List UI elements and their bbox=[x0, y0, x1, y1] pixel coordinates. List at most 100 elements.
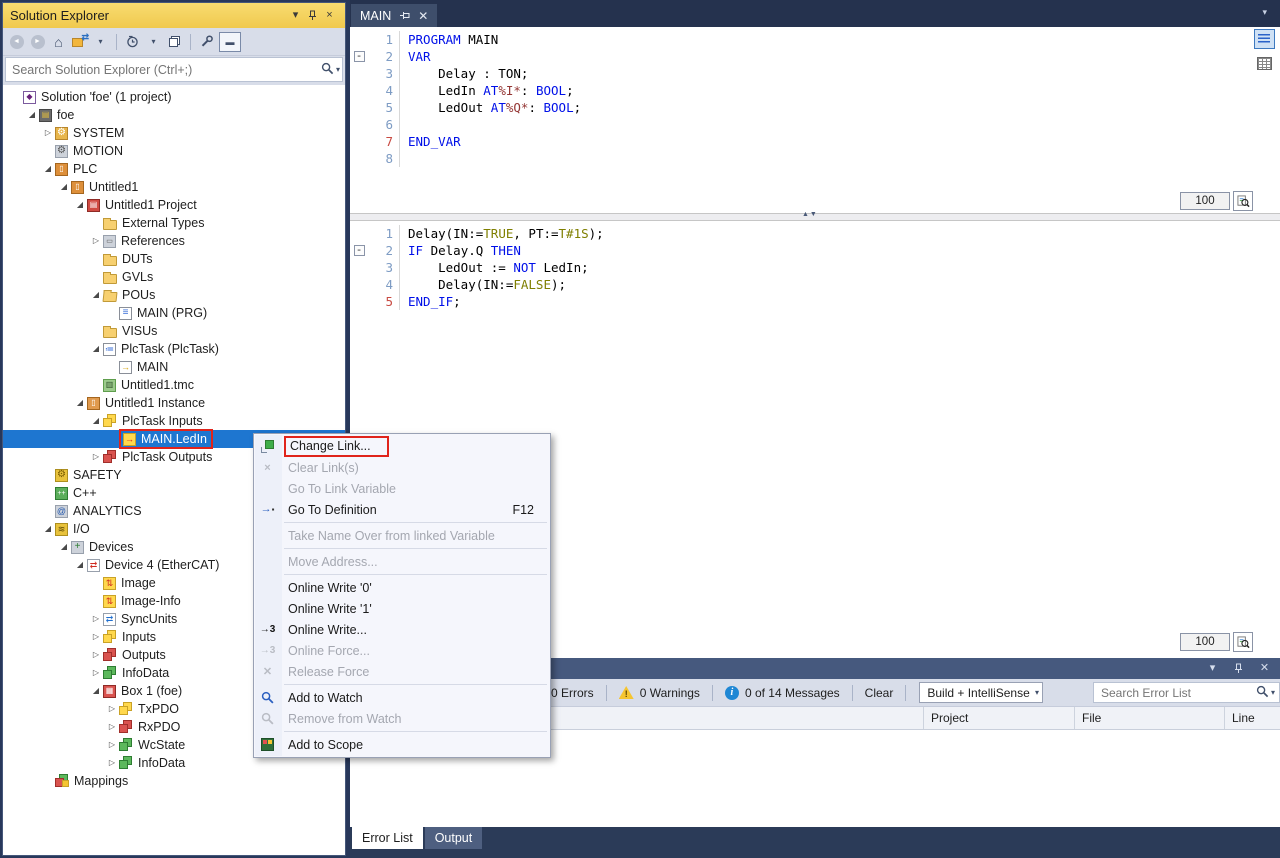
pin-icon[interactable] bbox=[399, 10, 410, 21]
text-view-icon[interactable] bbox=[1254, 29, 1275, 49]
tree-expander-icon[interactable]: ▷ bbox=[41, 129, 55, 137]
sync-selection-icon[interactable]: ⇄ bbox=[71, 32, 88, 52]
editor-splitter[interactable]: ▲▼ bbox=[350, 213, 1280, 221]
tab-output[interactable]: Output bbox=[425, 827, 483, 849]
declaration-editor-pane[interactable]: 1PROGRAM MAIN-2VAR3 Delay : TON;4 LedIn … bbox=[350, 27, 1280, 213]
tree-expander-icon[interactable]: ◢ bbox=[89, 345, 103, 353]
table-view-icon[interactable] bbox=[1254, 53, 1275, 73]
close-icon[interactable]: ✕ bbox=[418, 9, 428, 23]
dropdown-icon[interactable]: ▾ bbox=[92, 32, 109, 52]
close-icon[interactable]: × bbox=[321, 8, 338, 24]
tree-expander-icon[interactable]: ▷ bbox=[89, 615, 103, 623]
tree-item-duts[interactable]: DUTs bbox=[3, 250, 345, 268]
tree-item-untitled1[interactable]: ◢▯Untitled1 bbox=[3, 178, 345, 196]
window-position-dropdown-icon[interactable]: ▾ bbox=[287, 8, 304, 24]
window-position-dropdown-icon[interactable]: ▾ bbox=[1204, 661, 1221, 677]
column-project[interactable]: Project bbox=[923, 707, 1074, 729]
build-filter-dropdown[interactable]: Build + IntelliSense ▾ bbox=[919, 682, 1043, 703]
tree-expander-icon[interactable]: ▷ bbox=[89, 633, 103, 641]
tab-overflow-dropdown-icon[interactable]: ▾ bbox=[1262, 7, 1267, 18]
zoom-icon[interactable] bbox=[1233, 191, 1253, 211]
menu-item-change-link[interactable]: Change Link... bbox=[254, 436, 550, 457]
column-line[interactable]: Line bbox=[1224, 707, 1280, 729]
tree-expander-icon[interactable]: ▷ bbox=[89, 651, 103, 659]
search-options-dropdown-icon[interactable]: ▾ bbox=[336, 65, 340, 74]
tree-expander-icon[interactable]: ▷ bbox=[105, 759, 119, 767]
error-search-box[interactable]: ▾ bbox=[1093, 682, 1280, 703]
zoom-icon[interactable] bbox=[1233, 632, 1253, 652]
tree-item-foe[interactable]: ◢▤foe bbox=[3, 106, 345, 124]
tree-expander-icon[interactable]: ◢ bbox=[57, 183, 71, 191]
messages-filter-button[interactable]: i 0 of 14 Messages bbox=[716, 686, 849, 700]
tree-item-plc[interactable]: ◢▯PLC bbox=[3, 160, 345, 178]
tree-item-references[interactable]: ▷▭References bbox=[3, 232, 345, 250]
home-icon[interactable]: ⌂ bbox=[50, 32, 67, 52]
tree-item-mappings[interactable]: Mappings bbox=[3, 772, 345, 790]
fold-collapse-icon[interactable]: - bbox=[350, 48, 368, 65]
menu-item-add-to-watch[interactable]: Add to Watch bbox=[254, 687, 550, 708]
tree-expander-icon[interactable]: ◢ bbox=[89, 291, 103, 299]
tree-expander-icon[interactable]: ◢ bbox=[73, 201, 87, 209]
tree-expander-icon[interactable]: ▷ bbox=[89, 237, 103, 245]
dropdown-icon[interactable]: ▾ bbox=[145, 32, 162, 52]
search-icon[interactable] bbox=[321, 62, 334, 78]
preview-toggle-icon[interactable]: ▬ bbox=[219, 32, 241, 52]
tree-item-visus[interactable]: VISUs bbox=[3, 322, 345, 340]
menu-item-go-to-definition[interactable]: →▪Go To DefinitionF12 bbox=[254, 499, 550, 520]
tree-expander-icon[interactable]: ▷ bbox=[89, 669, 103, 677]
tree-item-solution-foe-1-project[interactable]: ◆Solution 'foe' (1 project) bbox=[3, 88, 345, 106]
column-file[interactable]: File bbox=[1074, 707, 1224, 729]
tree-item-pous[interactable]: ◢POUs bbox=[3, 286, 345, 304]
tree-item-label: Image-Info bbox=[121, 594, 181, 608]
tree-expander-icon[interactable]: ◢ bbox=[73, 561, 87, 569]
tree-item-untitled1-project[interactable]: ◢▤Untitled1 Project bbox=[3, 196, 345, 214]
tree-item-untitled1-instance[interactable]: ◢▯Untitled1 Instance bbox=[3, 394, 345, 412]
pin-icon[interactable] bbox=[304, 8, 321, 24]
tree-expander-icon[interactable]: ▷ bbox=[105, 723, 119, 731]
fold-collapse-icon[interactable]: - bbox=[350, 242, 368, 259]
tree-item-external-types[interactable]: External Types bbox=[3, 214, 345, 232]
forward-icon[interactable]: ► bbox=[29, 32, 46, 52]
clear-button[interactable]: Clear bbox=[856, 686, 903, 700]
tree-item-main[interactable]: →MAIN bbox=[3, 358, 345, 376]
close-icon[interactable]: ✕ bbox=[1256, 661, 1273, 677]
tree-item-plctask-plctask[interactable]: ◢≔PlcTask (PlcTask) bbox=[3, 340, 345, 358]
tree-expander-icon[interactable]: ◢ bbox=[41, 525, 55, 533]
back-icon[interactable]: ◄ bbox=[8, 32, 25, 52]
menu-item-online-write-0[interactable]: Online Write '0' bbox=[254, 577, 550, 598]
tree-item-untitled1-tmc[interactable]: ▥Untitled1.tmc bbox=[3, 376, 345, 394]
menu-item-add-to-scope[interactable]: Add to Scope bbox=[254, 734, 550, 755]
tree-item-system[interactable]: ▷⚙SYSTEM bbox=[3, 124, 345, 142]
error-search-input[interactable] bbox=[1101, 686, 1256, 700]
search-icon[interactable] bbox=[1256, 685, 1269, 701]
tree-item-gvls[interactable]: GVLs bbox=[3, 268, 345, 286]
switch-views-icon[interactable] bbox=[166, 32, 183, 52]
plc-icon: ▯ bbox=[71, 181, 84, 194]
search-options-dropdown-icon[interactable]: ▾ bbox=[1271, 688, 1275, 697]
tree-item-main-prg[interactable]: ≡MAIN (PRG) bbox=[3, 304, 345, 322]
tree-item-motion[interactable]: ⚙MOTION bbox=[3, 142, 345, 160]
history-icon[interactable] bbox=[124, 32, 141, 52]
pin-icon[interactable] bbox=[1230, 661, 1247, 677]
tree-expander-icon[interactable]: ▷ bbox=[89, 453, 103, 461]
splitter-grip-icon[interactable]: ▲▼ bbox=[802, 211, 818, 218]
tree-expander-icon[interactable]: ◢ bbox=[89, 687, 103, 695]
tree-item-plctask-inputs[interactable]: ◢PlcTask Inputs bbox=[3, 412, 345, 430]
wrench-icon[interactable] bbox=[198, 32, 215, 52]
tree-expander-icon[interactable]: ◢ bbox=[41, 165, 55, 173]
tree-expander-icon[interactable]: ◢ bbox=[73, 399, 87, 407]
zoom-level-value[interactable]: 100 bbox=[1180, 633, 1230, 651]
search-input-box[interactable]: ▾ bbox=[5, 57, 343, 82]
tree-expander-icon[interactable]: ▷ bbox=[105, 705, 119, 713]
tree-expander-icon[interactable]: ◢ bbox=[25, 111, 39, 119]
menu-item-online-write-1[interactable]: Online Write '1' bbox=[254, 598, 550, 619]
tab-error-list[interactable]: Error List bbox=[352, 827, 423, 849]
menu-item-online-write[interactable]: →3Online Write... bbox=[254, 619, 550, 640]
zoom-level-value[interactable]: 100 bbox=[1180, 192, 1230, 210]
tree-expander-icon[interactable]: ◢ bbox=[89, 417, 103, 425]
warnings-filter-button[interactable]: ! 0 Warnings bbox=[610, 686, 709, 700]
tab-main[interactable]: MAIN ✕ bbox=[351, 4, 437, 27]
search-input[interactable] bbox=[12, 63, 321, 77]
tree-expander-icon[interactable]: ▷ bbox=[105, 741, 119, 749]
tree-expander-icon[interactable]: ◢ bbox=[57, 543, 71, 551]
